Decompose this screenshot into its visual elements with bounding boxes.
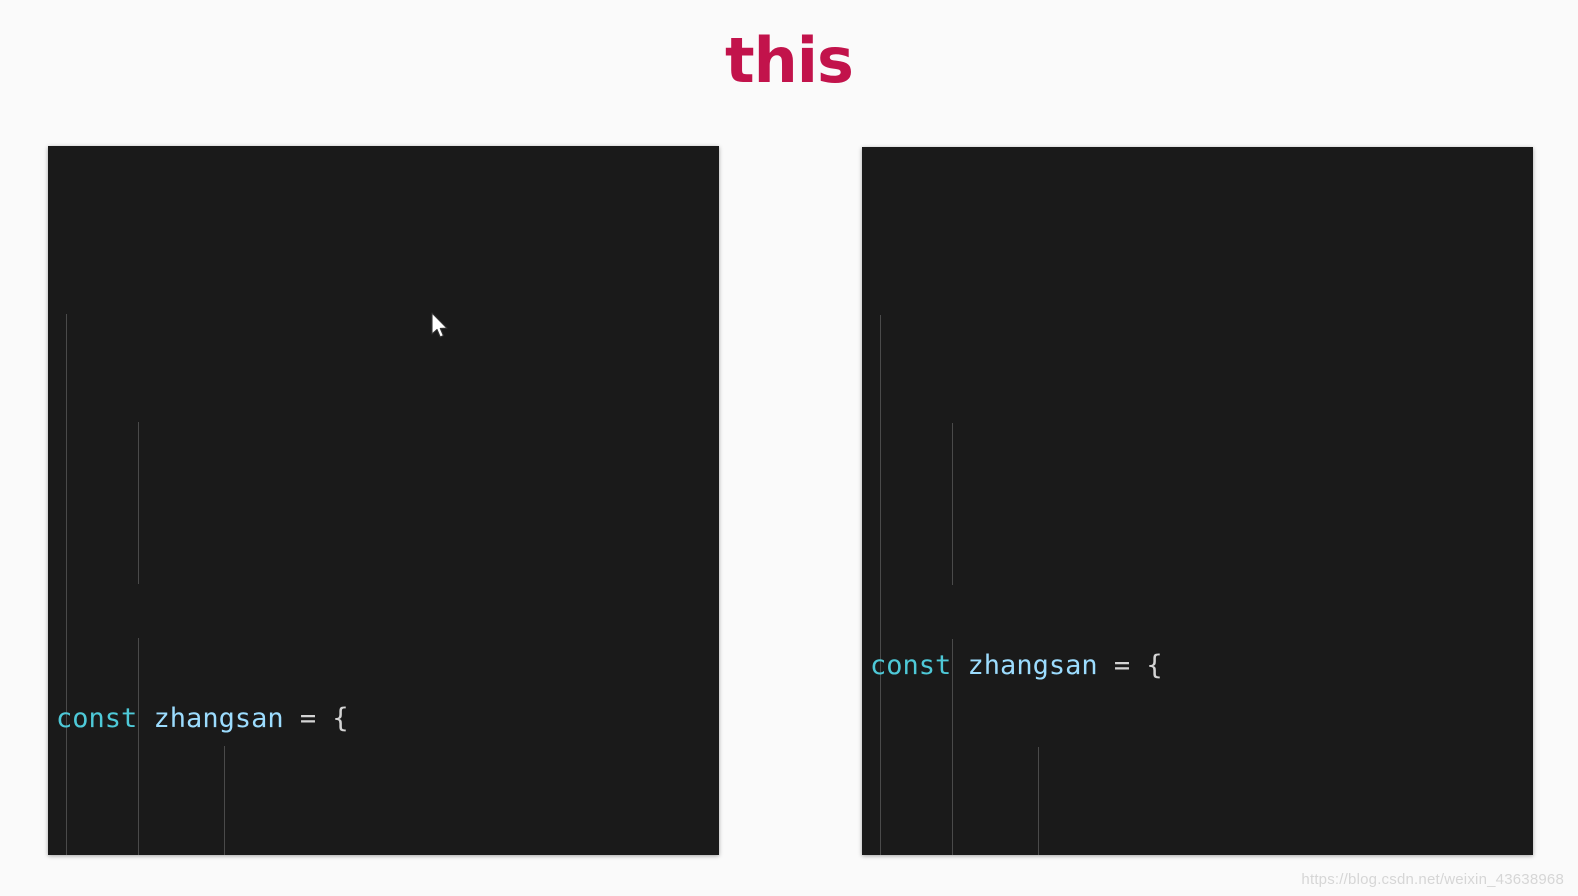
indent-guide (224, 746, 225, 855)
indent-guide (138, 422, 139, 584)
code-block-regular-function: const zhangsan = { name: '张三', sayHi() {… (48, 146, 719, 855)
indent-guide (952, 423, 953, 585)
keyword-const: const (870, 650, 952, 681)
identifier-zhangsan: zhangsan (153, 703, 284, 734)
code-line: const zhangsan = { (870, 639, 1533, 693)
identifier-zhangsan: zhangsan (967, 650, 1098, 681)
code-line: const zhangsan = { (56, 692, 719, 746)
operator-assign: = (1113, 650, 1131, 681)
operator-assign: = (299, 703, 317, 734)
indent-guide (1038, 747, 1039, 855)
indent-guide (138, 638, 139, 855)
code-block-arrow-function: const zhangsan = { name: '张三', sayHi() {… (862, 147, 1533, 855)
brace-open: { (1146, 650, 1163, 681)
watermark: https://blog.csdn.net/weixin_43638968 (1301, 871, 1564, 888)
page-title: this (725, 24, 854, 97)
indent-guide (880, 315, 881, 855)
indent-guide (66, 314, 67, 855)
brace-open: { (332, 703, 349, 734)
keyword-const: const (56, 703, 138, 734)
